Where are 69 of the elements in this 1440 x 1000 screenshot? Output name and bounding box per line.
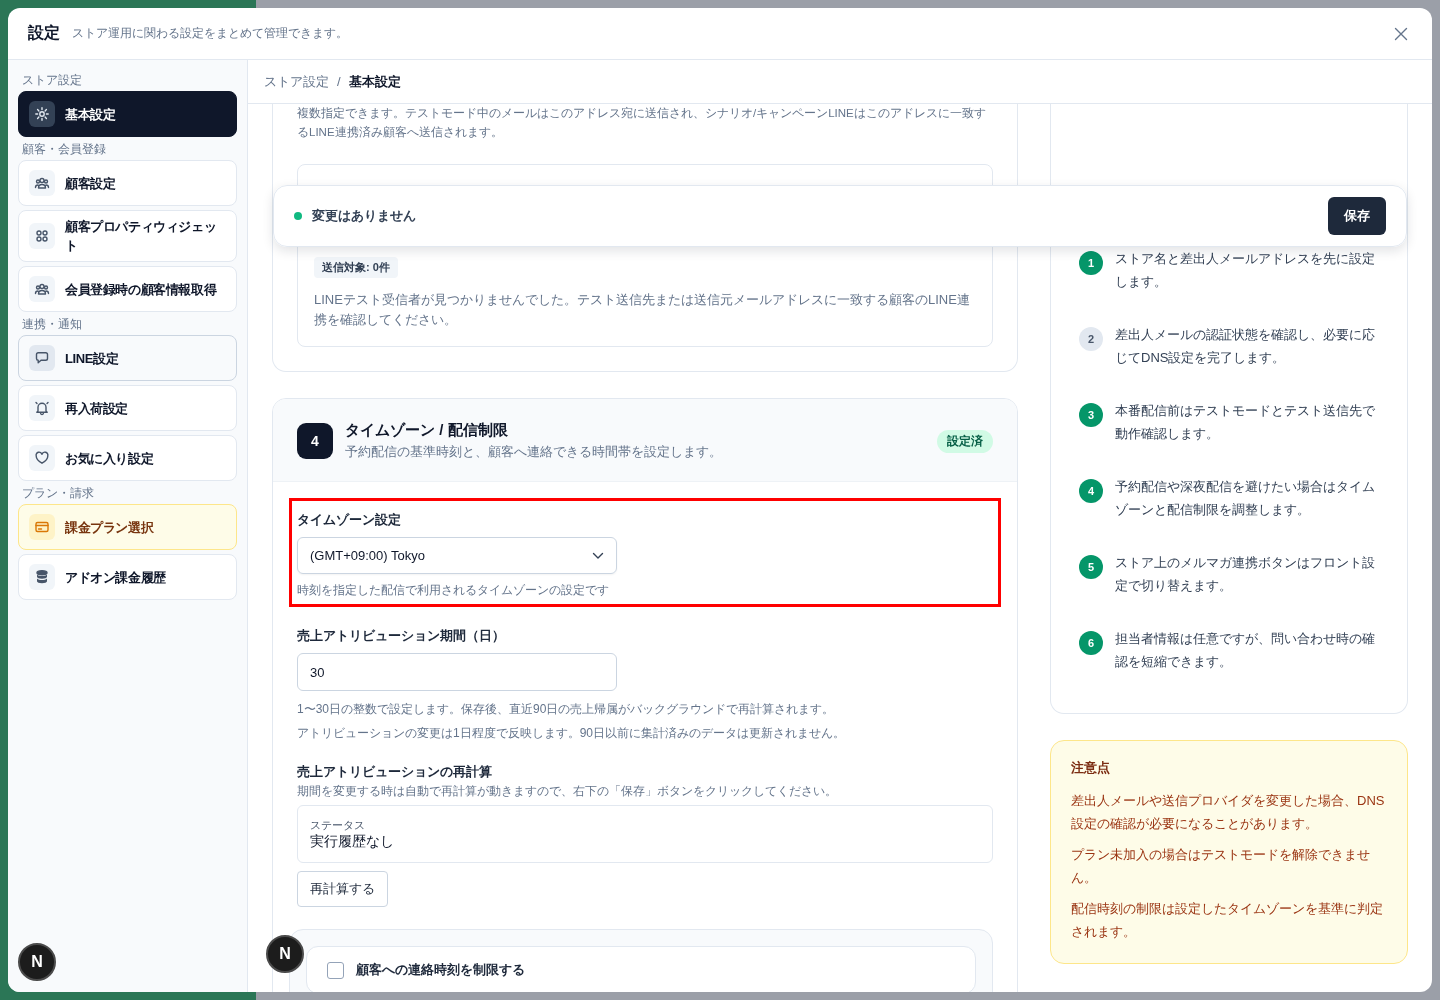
sidebar-item[interactable]: 顧客設定 <box>18 160 237 206</box>
grid-icon <box>34 228 50 244</box>
field-hint: 時刻を指定した配信で利用されるタイムゾーンの設定です <box>297 582 610 598</box>
status-dot-icon <box>294 212 302 220</box>
sidebar-item[interactable]: アドオン課金履歴 <box>18 554 237 600</box>
input-field[interactable]: 30 <box>297 653 617 691</box>
notice-text: 差出人メールや送信プロバイダを変更した場合、DNS設定の確認が必要になることがあります。 <box>1071 792 1386 833</box>
database-icon <box>34 569 50 585</box>
status-value: 実行履歴なし <box>310 832 395 850</box>
step-number: 1 <box>1079 251 1103 275</box>
gear-icon <box>34 106 50 122</box>
count-badge: 送信対象: 0件 <box>314 257 398 278</box>
sidebar-item[interactable]: 顧客プロパティウィジェット <box>18 210 237 262</box>
step-number: 4 <box>297 423 333 459</box>
close-icon <box>1394 26 1408 41</box>
people-icon <box>34 281 50 297</box>
section-description: 予約配信の基準時刻と、顧客へ連絡できる時間帯を設定します。 <box>345 443 723 461</box>
timezone-select[interactable]: (GMT+09:00) Tokyo <box>297 537 617 574</box>
section-title: タイムゾーン / 配信制限 <box>345 420 509 440</box>
step-number: 3 <box>1079 403 1103 427</box>
checkbox[interactable] <box>327 961 344 979</box>
step-text: 担当者情報は任意ですが、問い合わせ時の確認を短縮できます。 <box>1115 630 1376 671</box>
sidebar-item[interactable]: お気に入り設定 <box>18 435 237 481</box>
notice-text: 配信時刻の制限は設定したタイムゾーンを基準に判定されます。 <box>1071 900 1384 941</box>
empty-message: LINEテスト受信者が見つかりませんでした。テスト送信先または送信元メールアドレスに一致する顧客のLINE連携を確認してください。 <box>314 291 971 329</box>
sidebar-item[interactable]: 会員登録時の顧客情報取得 <box>18 266 237 312</box>
sidebar-group-label: 連携・通知 <box>22 317 83 331</box>
checkbox-label: 顧客への連絡時刻を制限する <box>356 961 525 979</box>
bell-icon <box>34 400 50 416</box>
heart-icon <box>34 450 50 466</box>
sidebar-item[interactable]: 課金プラン選択 <box>18 504 237 550</box>
notice-title: 注意点 <box>1071 759 1111 777</box>
field-label: 売上アトリビューション期間（日） <box>297 627 506 645</box>
sidebar-group-label: プラン・請求 <box>22 486 95 500</box>
field-label: タイムゾーン設定 <box>297 511 402 529</box>
sidebar-item[interactable]: 再入荷設定 <box>18 385 237 431</box>
sidebar-group-label: 顧客・会員登録 <box>22 142 107 156</box>
recalculate-button[interactable]: 再計算する <box>297 871 388 907</box>
step-number: 4 <box>1079 479 1103 503</box>
status-label: ステータス <box>310 818 366 832</box>
save-button[interactable]: 保存 <box>1328 197 1386 235</box>
field-hint: 1〜30日の整数で設定します。保存後、直近90日の売上帰属がバックグラウンドで再計算されます。 <box>297 701 836 717</box>
chat-icon <box>34 350 50 366</box>
step-text: ストア上のメルマガ連携ボタンはフロント設定で切り替えます。 <box>1115 554 1376 595</box>
save-status-text: 変更はありません <box>312 207 416 225</box>
breadcrumb-separator: / <box>337 74 341 89</box>
breadcrumb-link[interactable]: ストア設定 <box>264 72 329 91</box>
card-icon <box>34 519 50 535</box>
step-text: 予約配信や深夜配信を避けたい場合はタイムゾーンと配信制限を調整します。 <box>1115 478 1376 519</box>
step-text: 差出人メールの認証状態を確認し、必要に応じてDNS設定を完了します。 <box>1115 326 1376 367</box>
notice-text: プラン未加入の場合はテストモードを解除できません。 <box>1071 846 1371 887</box>
step-text: 本番配信前はテストモードとテスト送信先で動作確認します。 <box>1115 402 1376 443</box>
field-hint: アトリビューションの変更は1日程度で反映します。90日以前に集計済みのデータは更新されません。 <box>297 725 847 741</box>
field-label: 売上アトリビューションの再計算 <box>297 763 493 781</box>
field-hint: 期間を変更する時は自動で再計算が動きますので、右下の「保存」ボタンをクリックしてください。 <box>297 783 838 799</box>
step-number: 5 <box>1079 555 1103 579</box>
people-icon <box>34 175 50 191</box>
breadcrumb-current: 基本設定 <box>348 72 401 91</box>
sidebar-item[interactable]: LINE設定 <box>18 335 237 381</box>
sidebar-group-label: ストア設定 <box>22 73 83 87</box>
step-text: ストア名と差出人メールアドレスを先に設定します。 <box>1115 250 1376 291</box>
dialog-title: 設定 <box>28 23 60 43</box>
status-badge: 設定済 <box>937 429 993 453</box>
sidebar-item[interactable]: 基本設定 <box>18 91 237 137</box>
step-number: 6 <box>1079 631 1103 655</box>
dialog-subtitle: ストア運用に関わる設定をまとめて管理できます。 <box>72 25 348 42</box>
section-description: 複数指定できます。テストモード中のメールはこのアドレス宛に送信され、シナリオ/キャンペーンLINEはこのアドレスに一致するLINE連携済み顧客へ送信されます。 <box>297 106 987 140</box>
chevron-down-icon <box>592 551 604 560</box>
step-number: 2 <box>1079 327 1103 351</box>
